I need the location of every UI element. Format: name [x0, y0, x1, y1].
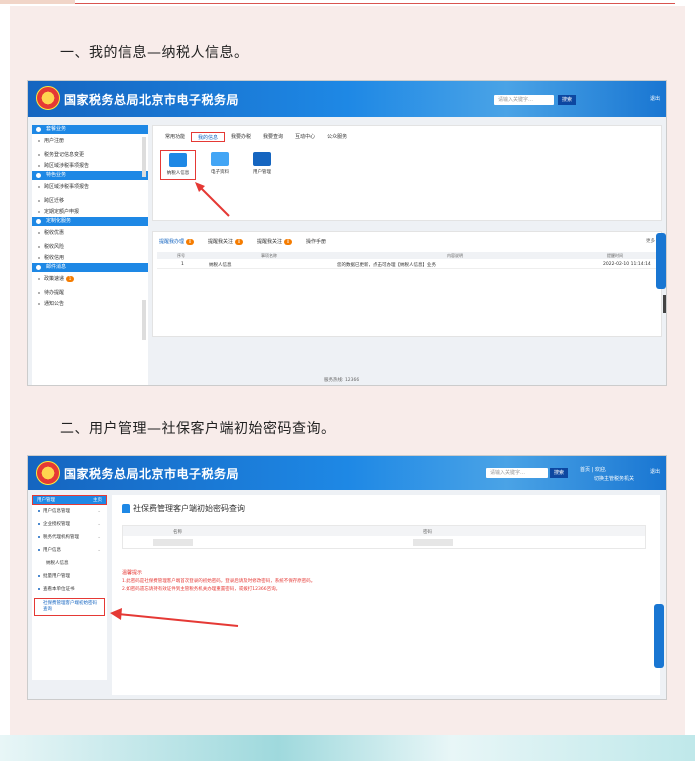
- red-arrow-annotation: [195, 182, 230, 217]
- masked-value: [413, 539, 453, 546]
- footer-hotline: 服务热线: 12366: [324, 378, 360, 383]
- tax-emblem-icon: [36, 86, 60, 110]
- sidebar-item[interactable]: 税务登记信息变更: [32, 148, 148, 162]
- sidebar-item[interactable]: 税收信用: [32, 254, 148, 263]
- tile-user-mgmt[interactable]: 用户管理: [244, 150, 280, 180]
- table-header: 序号 事项名称 内容说明 提醒时间: [157, 252, 657, 259]
- screenshot-1: 国家税务总局北京市电子税务局 请输入关键字… 搜索 退出 套餐业务 用户注册 税…: [27, 80, 667, 386]
- sidebar-item[interactable]: 待办提醒: [32, 286, 148, 300]
- switch-authority-link[interactable]: 切换主管税务机关: [594, 475, 634, 482]
- tab-common[interactable]: 常用功能: [159, 132, 191, 142]
- search-input[interactable]: 请输入关键字…: [486, 468, 548, 478]
- bell-icon: [122, 504, 130, 513]
- tab-my-info[interactable]: 我的信息: [191, 132, 226, 142]
- sidebar-item[interactable]: 用户注册: [32, 134, 148, 148]
- sidebar-item[interactable]: 跨区域涉税事项报告: [32, 180, 148, 194]
- table-row: [123, 536, 645, 549]
- sidebar-item[interactable]: 用户信息管理 ⌄: [32, 505, 107, 518]
- sidebar-item-social-security-password[interactable]: 社保费管理客户端初始密码查询: [34, 598, 105, 616]
- chevron-down-icon: ⌄: [97, 535, 101, 540]
- app-title: 国家税务总局北京市电子税务局: [64, 467, 240, 481]
- bottom-decoration: [0, 735, 695, 761]
- tab-remind-handle[interactable]: 提醒我办理 0: [159, 238, 195, 245]
- sidebar-item[interactable]: 税收优惠: [32, 226, 148, 240]
- table-row[interactable]: 1 纳税人信息 您的数据已更新，点击可办理【纳税人信息】业务 2022-02-1…: [157, 260, 657, 269]
- app-title: 国家税务总局北京市电子税务局: [64, 93, 240, 107]
- tab-public[interactable]: 公众服务: [321, 132, 353, 142]
- red-arrow-annotation: [110, 608, 239, 627]
- reminder-panel: 提醒我办理 0 提醒我关注 0 提醒我关注 0 操作手册 更多 序号 事项名称 内容说…: [152, 231, 662, 337]
- main-content: 社保费管理客户端初始密码查询 名称 密码 温馨提示 1.此密码是社保费管理客户端…: [112, 495, 660, 695]
- chevron-down-icon: ⌄: [97, 522, 101, 527]
- user-greeting: 首页 | 欢迎,: [580, 467, 607, 473]
- sidebar-item[interactable]: 通知公告: [32, 300, 148, 309]
- app-header: 国家税务总局北京市电子税务局 请输入关键字… 搜索 首页 | 欢迎, 切换主管税…: [28, 456, 666, 490]
- sidebar: 套餐业务 用户注册 税务登记信息变更 跨区域涉税事项报告 特色业务 跨区域涉税事…: [32, 125, 148, 385]
- app-header: 国家税务总局北京市电子税务局 请输入关键字… 搜索 退出: [28, 81, 666, 117]
- document-icon: [211, 152, 229, 166]
- more-link[interactable]: 更多: [646, 238, 655, 244]
- logout-link[interactable]: 退出: [650, 95, 660, 102]
- screenshot-2: 国家税务总局北京市电子税务局 请输入关键字… 搜索 首页 | 欢迎, 切换主管税…: [27, 455, 667, 700]
- top-decoration-line: [0, 0, 695, 4]
- note-line: 1.此密码是社保费管理客户端首次登录的初始密码，登录后请及时修改密码，系统不保存…: [122, 579, 316, 584]
- floating-help-bar[interactable]: [656, 233, 666, 289]
- sidebar-group-header[interactable]: 特色业务: [32, 171, 148, 180]
- tab-remind-watch-2[interactable]: 提醒我关注 0: [257, 238, 293, 245]
- chevron-down-icon: ⌄: [97, 509, 101, 514]
- tab-query[interactable]: 我要查询: [257, 132, 289, 142]
- tab-bar: 常用功能 我的信息 我要办税 我要查询 互动中心 公众服务: [159, 132, 353, 142]
- chevron-down-icon: ⌄: [97, 548, 101, 553]
- tile-taxpayer-info[interactable]: 纳税人信息: [160, 150, 196, 180]
- logout-link[interactable]: 退出: [650, 468, 660, 475]
- side-tab[interactable]: [663, 295, 666, 313]
- scrollbar[interactable]: [142, 137, 146, 177]
- sidebar-subitem[interactable]: 纳税人信息: [32, 557, 107, 570]
- search-button[interactable]: 搜索: [558, 95, 576, 105]
- sidebar-item[interactable]: 批量用户管理: [32, 570, 107, 583]
- reminder-tabs: 提醒我办理 0 提醒我关注 0 提醒我关注 0 操作手册: [159, 238, 340, 245]
- note-line: 2.如密码遗忘请持有效证件到主管税务机关办理重置密码，或拨打12366咨询。: [122, 587, 281, 592]
- sidebar-item[interactable]: 企业授权管理 ⌄: [32, 518, 107, 531]
- sidebar-item[interactable]: 查看本单位证书: [32, 583, 107, 596]
- sidebar-group-header[interactable]: 邮件消息: [32, 263, 148, 272]
- sidebar-item[interactable]: 跨区迁移: [32, 194, 148, 208]
- scrollbar[interactable]: [142, 300, 146, 340]
- sidebar-item[interactable]: 税收风险: [32, 240, 148, 254]
- page-title: 社保费管理客户端初始密码查询: [122, 503, 245, 514]
- tax-emblem-icon: [36, 461, 60, 485]
- masked-value: [153, 539, 193, 546]
- tile-e-docs[interactable]: 电子资料: [202, 150, 238, 180]
- sidebar-group-header[interactable]: 定制化服务: [32, 217, 148, 226]
- section-2-title: 二、用户管理—社保客户端初始密码查询。: [60, 421, 336, 437]
- search-input[interactable]: 请输入关键字…: [494, 95, 554, 105]
- sidebar: 用户管理 主页 用户信息管理 ⌄ 企业授权管理 ⌄ 税务代理机构管理 ⌄ 用户信息 ⌄ …: [32, 495, 107, 680]
- tab-tax[interactable]: 我要办税: [225, 132, 257, 142]
- sidebar-group-header[interactable]: 套餐业务: [32, 125, 148, 134]
- notification-badge: 1: [66, 276, 75, 282]
- user-folder-icon: [253, 152, 271, 166]
- sidebar-item[interactable]: 跨区域涉税事项报告: [32, 162, 148, 171]
- tab-remind-watch[interactable]: 提醒我关注 0: [208, 238, 244, 245]
- function-panel: 常用功能 我的信息 我要办税 我要查询 互动中心 公众服务 纳税人信息 电子资料…: [152, 125, 662, 221]
- tab-interact[interactable]: 互动中心: [289, 132, 321, 142]
- sidebar-item[interactable]: 政策速递 1: [32, 272, 148, 286]
- sidebar-item[interactable]: 定期定额户申报: [32, 208, 148, 217]
- tab-manual[interactable]: 操作手册: [306, 238, 326, 245]
- table-header: 名称 密码: [123, 526, 645, 536]
- password-table: 名称 密码: [122, 525, 646, 549]
- sidebar-header-user-mgmt[interactable]: 用户管理 主页: [32, 495, 107, 505]
- sidebar-item[interactable]: 税务代理机构管理 ⌄: [32, 531, 107, 544]
- section-1-title: 一、我的信息—纳税人信息。: [60, 45, 249, 61]
- search-button[interactable]: 搜索: [550, 468, 568, 478]
- id-card-icon: [169, 153, 187, 167]
- sidebar-item[interactable]: 用户信息 ⌄: [32, 544, 107, 557]
- floating-help-bar[interactable]: [654, 604, 664, 668]
- notes-title: 温馨提示: [122, 570, 143, 576]
